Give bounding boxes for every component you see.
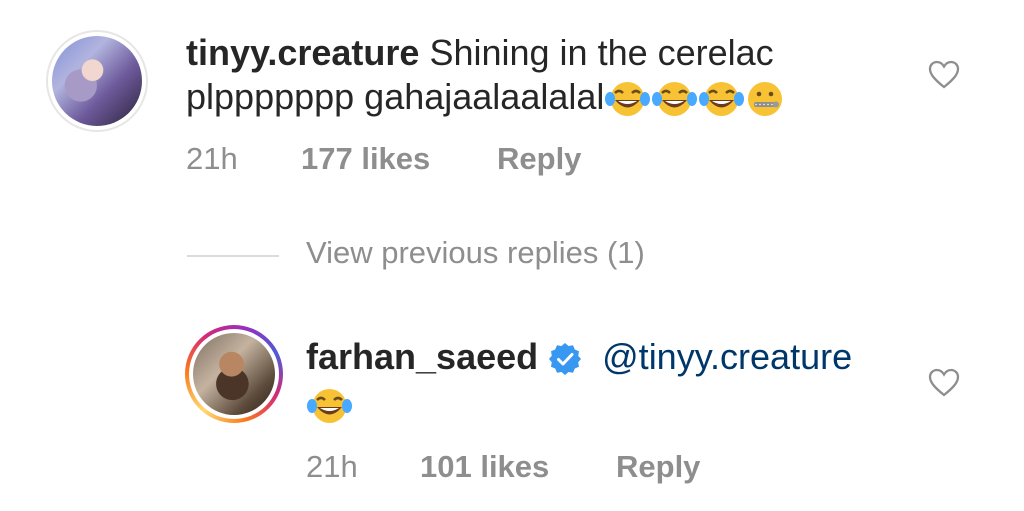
reply-button[interactable]: Reply [616, 449, 700, 485]
zipper-mouth-emoji [748, 82, 783, 117]
comment-line-2: plppppppp gahajaalaalalal [186, 76, 785, 119]
likes-count[interactable]: 101 likes [420, 449, 549, 485]
comment-username[interactable]: farhan_saeed [306, 336, 538, 377]
comment-line-2 [306, 383, 353, 426]
verified-badge-icon [549, 343, 582, 376]
tears-of-joy-emoji [605, 82, 651, 117]
view-previous-replies-button[interactable]: View previous replies (1) [306, 235, 645, 271]
likes-count[interactable]: 177 likes [301, 141, 430, 177]
comment-line-1: tinyy.creature Shining in the cerelac [186, 32, 774, 74]
comment-text: Shining in the cerelac [429, 32, 774, 73]
tears-of-joy-emoji [699, 82, 745, 117]
mention-link[interactable]: @tinyy.creature [602, 336, 852, 377]
heart-outline-icon[interactable] [928, 60, 960, 90]
avatar-image [52, 36, 142, 126]
avatar[interactable] [46, 30, 148, 132]
tears-of-joy-emoji [652, 82, 698, 117]
avatar[interactable] [185, 325, 283, 423]
tears-of-joy-emoji [307, 389, 352, 424]
heart-outline-icon[interactable] [928, 368, 960, 398]
comment-line-1: farhan_saeed @tinyy.creature [306, 336, 852, 378]
comment-text-continued: plppppppp gahajaalaalalal [186, 76, 605, 117]
avatar-image [193, 333, 275, 415]
avatar-ring-gap [189, 329, 279, 419]
comment-username[interactable]: tinyy.creature [186, 32, 419, 73]
comment-timestamp: 21h [186, 141, 238, 176]
comment-timestamp: 21h [306, 449, 358, 484]
replies-divider [187, 255, 279, 257]
reply-button[interactable]: Reply [497, 141, 581, 177]
